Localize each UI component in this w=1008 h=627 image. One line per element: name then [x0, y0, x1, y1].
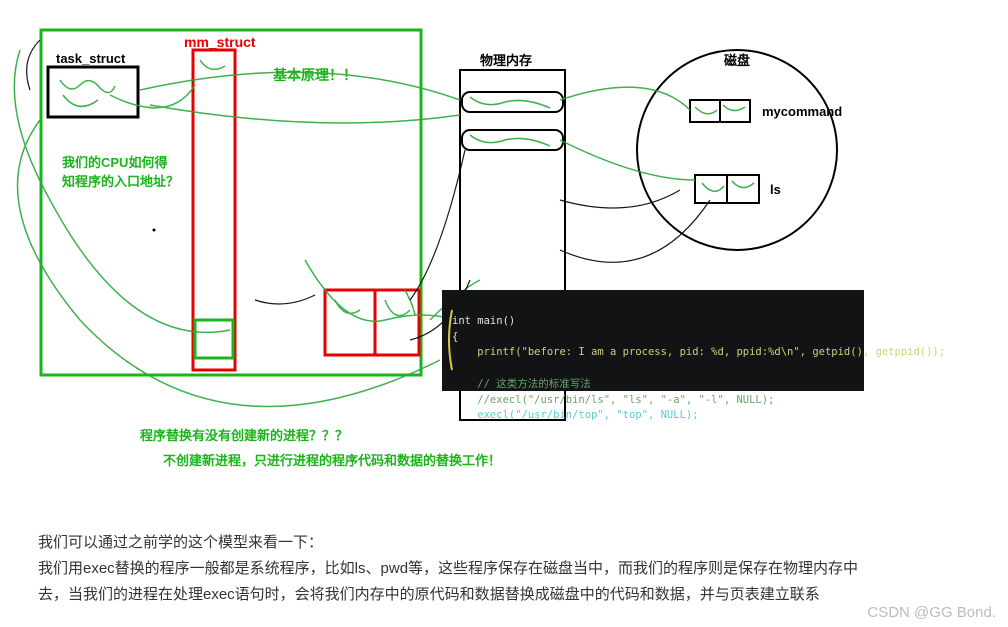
code-line: printf("before: I am a process, pid: %d,…	[452, 346, 945, 358]
label-disk: 磁盘	[724, 50, 750, 69]
paragraph-line-3: 去，当我们的进程在处理exec语句时，会将我们内存中的原代码和数据替换成磁盘中的…	[38, 582, 820, 608]
label-task-struct: task_struct	[56, 51, 125, 66]
label-principle: 基本原理！！	[273, 65, 357, 85]
label-replace-a: 不创建新进程，只进行进程的程序代码和数据的替换工作！	[163, 450, 501, 469]
paragraph-line-1: 我们可以通过之前学的这个模型来看一下：	[38, 530, 323, 556]
label-mycommand: mycommand	[762, 104, 842, 119]
code-block: int main() { printf("before: I am a proc…	[442, 290, 864, 391]
label-mm-struct: mm_struct	[184, 34, 256, 50]
code-line: int main()	[452, 315, 515, 327]
label-cpu-q2: 知程序的入口地址？	[62, 171, 179, 190]
code-line: execl("/usr/bin/top", "top", NULL);	[452, 409, 699, 421]
code-comment: //execl("/usr/bin/ls", "ls", "-a", "-l",…	[452, 394, 774, 406]
label-cpu-q1: 我们的CPU如何得	[62, 152, 167, 171]
code-line: {	[452, 331, 458, 343]
paragraph-line-2: 我们用exec替换的程序一般都是系统程序，比如ls、pwd等，这些程序保存在磁盘…	[38, 556, 858, 582]
label-ls: ls	[770, 182, 781, 197]
label-replace-q: 程序替换有没有创建新的进程？？？	[140, 425, 348, 444]
code-comment: // 这类方法的标准写法	[452, 378, 591, 390]
watermark: CSDN @GG Bond.	[867, 604, 996, 621]
label-physmem: 物理内存	[480, 50, 532, 69]
